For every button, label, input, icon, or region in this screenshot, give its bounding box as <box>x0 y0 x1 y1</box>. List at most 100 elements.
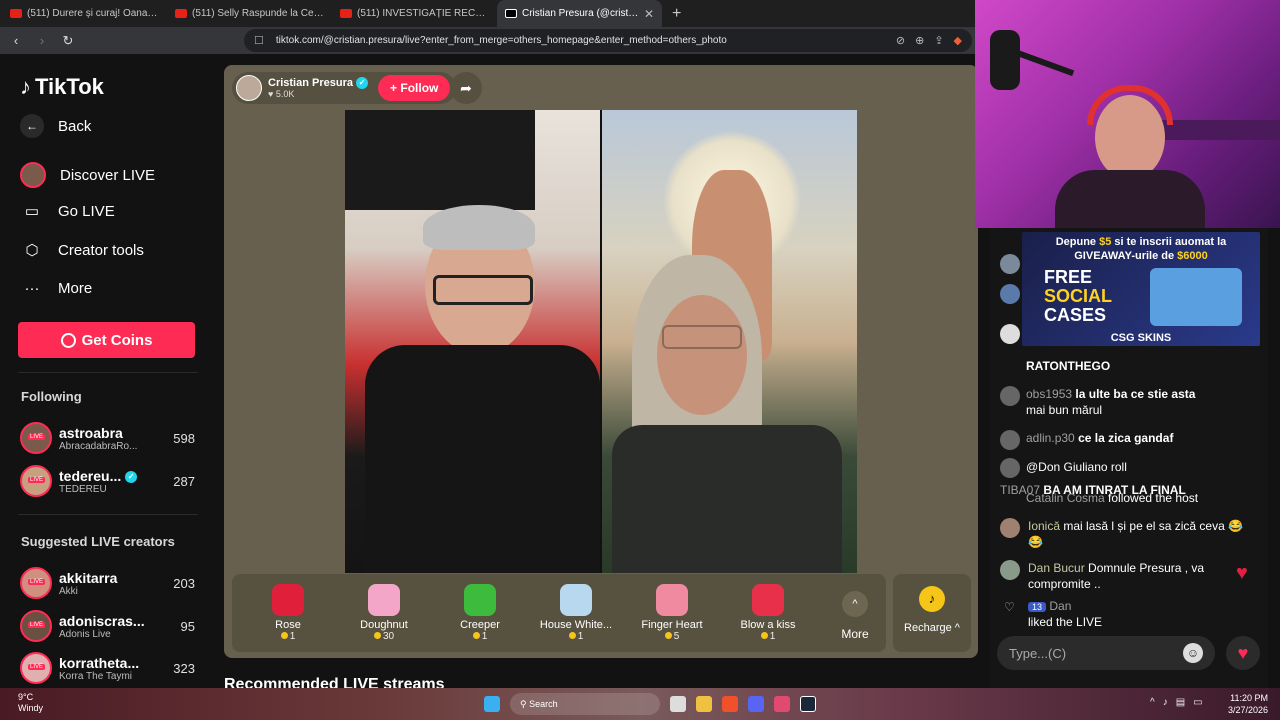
gift-price-value: 30 <box>382 631 395 642</box>
chat-message: liked the LIVE <box>1028 615 1103 629</box>
share-icon[interactable]: ➦ <box>450 72 482 104</box>
chat-avatar <box>1000 560 1020 580</box>
app-icon[interactable] <box>774 696 790 712</box>
host-avatar[interactable] <box>236 75 262 101</box>
brave-icon[interactable] <box>722 696 738 712</box>
back-button[interactable]: ← Back <box>20 114 91 138</box>
tiktok-icon <box>505 9 517 18</box>
gift-bar: Rose 1 Doughnut 30 Creeper 1 House White... 1 Fi… <box>232 574 886 652</box>
share-icon[interactable]: ⇪ <box>934 34 943 47</box>
browser-tab[interactable]: (511) Selly Raspunde la Cele Mai Cu <box>167 0 332 27</box>
chat-message: obs1953 la ulte ba ce stie asta <box>1026 387 1196 401</box>
network-icon[interactable]: ▤ <box>1176 697 1185 708</box>
battery-icon[interactable]: ▭ <box>1193 697 1202 708</box>
video-feed-right[interactable] <box>602 110 857 573</box>
clock[interactable]: 11:20 PM 3/27/2026 <box>1228 692 1268 716</box>
forward-arrow-icon[interactable]: › <box>32 33 52 48</box>
discord-icon[interactable] <box>748 696 764 712</box>
chat-message: Dan Bucur Domnule Presura , va compromit… <box>1028 561 1205 591</box>
url-field[interactable]: ☐ tiktok.com/@cristian.presura/live?ente… <box>244 29 972 52</box>
menu-go-live[interactable]: ▭ Go LIVE <box>20 202 115 221</box>
new-tab-icon[interactable]: + <box>662 5 691 23</box>
level-badge: 13 <box>1028 602 1047 612</box>
play-icon: ⬡ <box>25 242 39 259</box>
coin-icon <box>664 632 672 639</box>
menu-discover-live[interactable]: Discover LIVE <box>20 162 155 188</box>
gift-item[interactable]: Creeper 1 <box>432 574 528 652</box>
coin-icon <box>373 632 381 639</box>
windows-start-icon[interactable] <box>484 696 500 712</box>
suggested-creator[interactable]: LIVE adoniscras... Adonis Live 95 <box>20 606 195 646</box>
menu-creator-tools[interactable]: ⬡ Creator tools <box>20 241 143 260</box>
host-info[interactable]: Cristian Presura ✓ ♥ 5.0K + Follow <box>232 72 457 104</box>
youtube-icon <box>175 9 187 18</box>
gift-item[interactable]: Rose 1 <box>240 574 336 652</box>
live-badge: LIVE <box>28 579 46 585</box>
live-badge: LIVE <box>28 477 46 483</box>
file-explorer-icon[interactable] <box>696 696 712 712</box>
gift-icon <box>656 584 688 616</box>
viewer-count: 287 <box>173 473 195 489</box>
following-creator[interactable]: LIVE tedereu... ✓ TEDEREU 287 <box>20 461 195 501</box>
heart-reaction-icon: ♥ <box>1236 562 1248 584</box>
live-badge: LIVE <box>28 664 46 670</box>
chevron-up-icon[interactable]: ^ <box>1150 697 1155 708</box>
bookmark-icon[interactable]: ☐ <box>254 34 264 47</box>
menu-more[interactable]: ··· More <box>20 280 93 297</box>
gift-item[interactable]: House White... 1 <box>528 574 624 652</box>
tiktok-logo[interactable]: ♪ TikTok <box>20 74 104 100</box>
reload-icon[interactable]: ↻ <box>58 33 78 49</box>
emoji-icon[interactable]: ☺ <box>1183 643 1203 663</box>
browser-tab[interactable]: (511) Durere și curaj! Oana Maria Ro <box>2 0 167 27</box>
more-gifts-label: More <box>841 627 869 641</box>
get-coins-button[interactable]: Get Coins <box>18 322 195 358</box>
steam-icon[interactable] <box>800 696 816 712</box>
gift-name: House White... <box>539 619 613 631</box>
creator-subtitle: Akki <box>59 585 78 597</box>
back-circle-icon: ← <box>20 114 44 138</box>
streamer-webcam <box>975 0 1280 228</box>
following-creator[interactable]: LIVE astroabra AbracadabraRo... 598 <box>20 418 195 458</box>
browser-tab[interactable]: (511) INVESTIGAȚIE RECORDER. Și în <box>332 0 497 27</box>
sponsor-banner[interactable]: Depune $5 si te inscrii auomat la GIVEAW… <box>1022 232 1260 346</box>
suggested-creator[interactable]: LIVE korratheta... Korra The Taymi 323 <box>20 648 195 688</box>
chat-input[interactable]: Type...(C) ☺ <box>997 636 1215 670</box>
chat-avatar <box>1000 386 1020 406</box>
banner-headline: FREE SOCIAL CASES <box>1044 267 1113 325</box>
gift-price-value: 1 <box>769 631 776 642</box>
creator-subtitle: TEDEREU <box>59 483 107 495</box>
video-feed-left[interactable] <box>345 110 600 573</box>
coin-icon <box>760 632 768 639</box>
person-face <box>657 295 747 415</box>
gift-price: 5 <box>624 631 720 642</box>
youtube-icon <box>10 9 22 18</box>
task-view-icon[interactable] <box>670 696 686 712</box>
coin-icon <box>280 632 288 639</box>
weather-widget[interactable]: 9°C Windy <box>18 692 43 714</box>
glasses <box>433 275 533 305</box>
eye-off-icon[interactable]: ⊘ <box>896 34 905 47</box>
youtube-icon <box>340 9 352 18</box>
gift-item[interactable]: Blow a kiss 1 <box>720 574 816 652</box>
gift-item[interactable]: Doughnut 30 <box>336 574 432 652</box>
more-gifts-button[interactable]: ^ More <box>830 574 880 652</box>
coin-icon <box>568 632 576 639</box>
divider <box>18 514 198 515</box>
recharge-button[interactable]: ♪ Recharge ^ <box>893 574 971 652</box>
suggested-creator[interactable]: LIVE akkitarra Akki 203 <box>20 563 195 603</box>
gift-price: 1 <box>528 631 624 642</box>
brave-shield-icon[interactable]: ◆ <box>954 34 962 47</box>
like-heart-button[interactable]: ♥ <box>1226 636 1260 670</box>
follow-button[interactable]: + Follow <box>378 75 451 101</box>
taskbar-search[interactable]: ⚲ Search <box>510 693 660 715</box>
speaker-icon[interactable]: ♪ <box>1163 697 1168 708</box>
zoom-icon[interactable]: ⊕ <box>915 34 924 47</box>
back-arrow-icon[interactable]: ‹ <box>6 33 26 48</box>
gift-item[interactable]: Finger Heart 5 <box>624 574 720 652</box>
verified-icon: ✓ <box>356 77 369 90</box>
gift-price: 1 <box>240 631 336 642</box>
browser-tab-active[interactable]: Cristian Presura (@cristian.pr✕ <box>497 0 662 27</box>
discover-live-icon <box>20 162 46 188</box>
close-tab-icon[interactable]: ✕ <box>644 7 654 21</box>
host-name: Cristian Presura ✓ <box>268 77 369 90</box>
